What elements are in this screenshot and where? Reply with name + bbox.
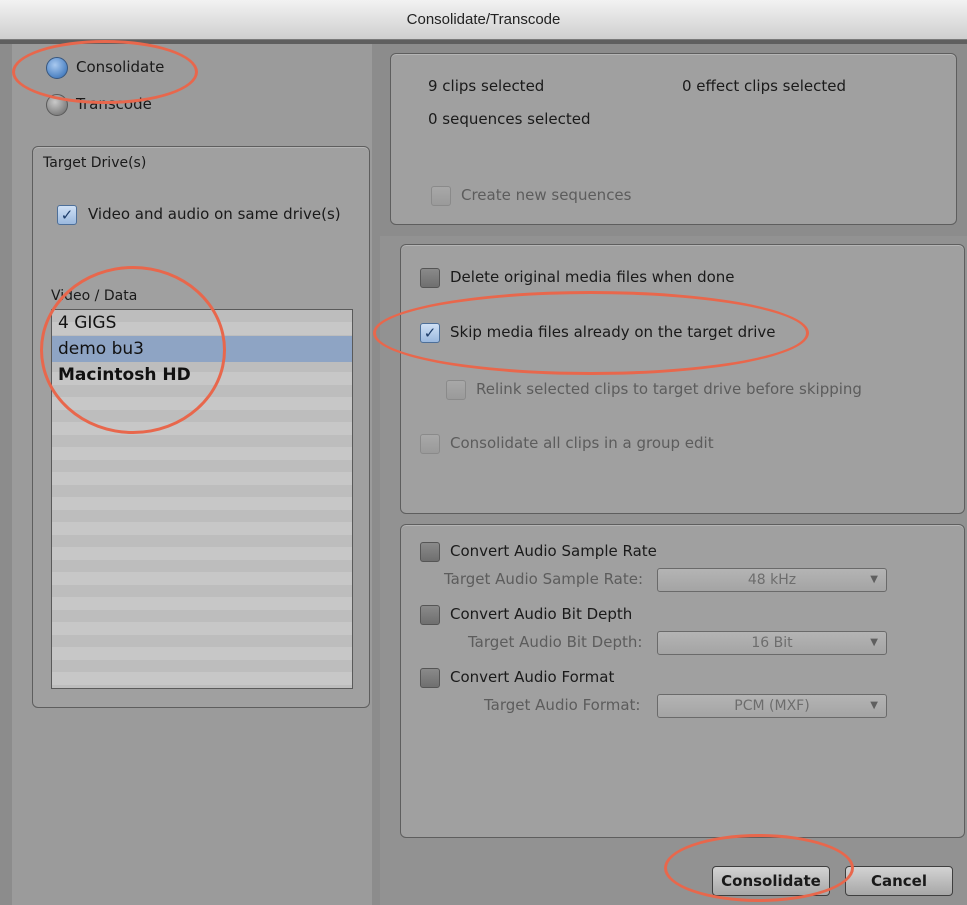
cancel-button[interactable]: Cancel: [845, 866, 953, 896]
audio-format-label: Target Audio Format:: [484, 696, 641, 714]
video-data-label: Video / Data: [51, 288, 138, 304]
consolidate-radio[interactable]: [46, 57, 68, 79]
bit-depth-value: 16 Bit: [751, 635, 793, 651]
drive-list[interactable]: 4 GIGS demo bu3 Macintosh HD: [51, 309, 353, 689]
skip-media-label[interactable]: Skip media files already on the target d…: [450, 323, 776, 341]
relink-label[interactable]: Relink selected clips to target drive be…: [476, 380, 862, 398]
drive-item-selected[interactable]: demo bu3: [52, 336, 352, 362]
consolidate-group-checkbox[interactable]: [420, 434, 440, 454]
consolidate-group-label[interactable]: Consolidate all clips in a group edit: [450, 434, 714, 452]
consolidate-transcode-dialog: Consolidate/Transcode Consolidate Transc…: [0, 0, 967, 905]
consolidate-button[interactable]: Consolidate: [712, 866, 830, 896]
audio-format-value: PCM (MXF): [734, 698, 810, 714]
sequences-selected-text: 0 sequences selected: [428, 110, 591, 128]
sample-rate-value: 48 kHz: [747, 572, 797, 588]
target-drives-title: Target Drive(s): [43, 155, 147, 171]
clips-selected-text: 9 clips selected: [428, 77, 545, 95]
bit-depth-checkbox[interactable]: [420, 605, 440, 625]
dropdown-arrow-icon: ▼: [870, 574, 878, 585]
audio-format-dropdown[interactable]: PCM (MXF) ▼: [657, 694, 887, 718]
audio-format-check-label[interactable]: Convert Audio Format: [450, 668, 614, 686]
transcode-radio[interactable]: [46, 94, 68, 116]
bit-depth-label: Target Audio Bit Depth:: [468, 633, 643, 651]
effect-clips-selected-text: 0 effect clips selected: [682, 77, 847, 95]
create-sequences-label[interactable]: Create new sequences: [461, 186, 631, 204]
drive-item[interactable]: 4 GIGS: [52, 310, 352, 336]
sample-rate-check-label[interactable]: Convert Audio Sample Rate: [450, 542, 657, 560]
bit-depth-check-label[interactable]: Convert Audio Bit Depth: [450, 605, 632, 623]
sample-rate-checkbox[interactable]: [420, 542, 440, 562]
window-title: Consolidate/Transcode: [0, 0, 967, 40]
same-drive-checkbox[interactable]: ✓: [57, 205, 77, 225]
delete-original-checkbox[interactable]: [420, 268, 440, 288]
same-drive-label[interactable]: Video and audio on same drive(s): [88, 205, 341, 223]
skip-media-checkbox[interactable]: ✓: [420, 323, 440, 343]
dropdown-arrow-icon: ▼: [870, 637, 878, 648]
transcode-radio-label[interactable]: Transcode: [76, 95, 152, 113]
sample-rate-dropdown[interactable]: 48 kHz ▼: [657, 568, 887, 592]
relink-checkbox[interactable]: [446, 380, 466, 400]
bit-depth-dropdown[interactable]: 16 Bit ▼: [657, 631, 887, 655]
dropdown-arrow-icon: ▼: [870, 700, 878, 711]
create-sequences-checkbox[interactable]: [431, 186, 451, 206]
consolidate-radio-label[interactable]: Consolidate: [76, 58, 164, 76]
delete-original-label[interactable]: Delete original media files when done: [450, 268, 735, 286]
audio-format-checkbox[interactable]: [420, 668, 440, 688]
sample-rate-label: Target Audio Sample Rate:: [444, 570, 644, 588]
drive-item[interactable]: Macintosh HD: [52, 362, 352, 388]
